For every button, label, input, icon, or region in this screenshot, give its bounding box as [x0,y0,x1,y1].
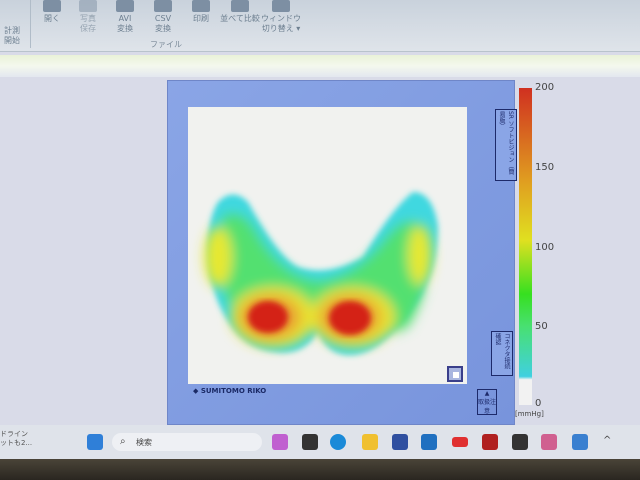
scale-tick-50: 50 [535,321,548,332]
search-icon: ⌕ [120,436,126,447]
screen-glare-band [0,55,640,77]
window-app-icon[interactable] [572,434,588,450]
avi-icon [116,0,134,12]
csv-convert-label: CSV 変換 [154,14,172,33]
outlook-icon[interactable] [421,434,437,450]
scale-tick-100: 100 [535,242,555,253]
warning-icon: ▲ [484,390,490,397]
side-label-top: SR ソフトビジョン（簡易版） [495,109,517,181]
scale-unit: [mmHg] [515,410,544,418]
avi-convert-button[interactable]: AVI 変換 [105,0,145,34]
save-photo-label: 写真 保存 [80,14,96,33]
save-photo-button[interactable]: 写真 保存 [68,0,108,34]
youtube-icon[interactable] [452,437,468,447]
scale-tick-150: 150 [535,162,555,173]
fullscreen-button[interactable] [447,366,463,382]
monitor-bezel [0,459,640,480]
app-icon[interactable] [541,434,557,450]
taskbar: ドライン ットも2... ⌕ 検索 ^ [0,425,640,459]
logo-text: SUMITOMO RIKO [200,387,267,395]
open-button[interactable]: 開く [32,0,72,24]
window-switch-button[interactable]: ウィンドウ 切り替え ▾ [258,0,304,34]
print-label: 印刷 [193,14,209,23]
hotspot-right-side [408,225,432,285]
start-icon[interactable] [87,434,103,450]
start-measure-button[interactable]: 計測 開始 [0,26,32,46]
copilot-icon[interactable] [272,434,288,450]
avi-convert-label: AVI 変換 [117,14,133,33]
desktop-text: ドライン ットも2... [0,430,33,447]
printer-icon [192,0,210,12]
task-view-icon[interactable] [302,434,318,450]
color-scale-bar [519,88,532,405]
folder-icon [43,0,61,12]
ribbon-group-label: ファイル [150,40,182,49]
warning-badge: ▲ 取扱注意 [477,389,497,415]
csv-icon [154,0,172,12]
chevron-up-icon[interactable]: ^ [603,435,611,446]
compare-label: 並べて比較 [220,14,260,23]
warning-text: 取扱注意 [478,399,497,415]
csv-convert-button[interactable]: CSV 変換 [143,0,183,34]
search-input[interactable]: ⌕ 検索 [112,433,262,451]
start-measure-label: 計測 開始 [4,26,20,45]
square-icon [453,372,459,378]
pressure-heatmap [188,107,467,384]
file-explorer-icon[interactable] [362,434,378,450]
scale-tick-200: 200 [535,82,555,93]
compare-icon [231,0,249,12]
rakuten-icon[interactable] [482,434,498,450]
amazon-icon[interactable] [512,434,528,450]
search-placeholder: 検索 [136,438,152,447]
pressure-viewer-panel: SR ソフトビジョン（簡易版） コネクタ接続確認 ◆ SUMITOMO RIKO… [167,80,517,425]
print-button[interactable]: 印刷 [181,0,221,24]
photo-icon [79,0,97,12]
window-switch-icon [272,0,290,12]
peak-left [248,301,288,333]
peak-right [329,301,371,335]
open-label: 開く [44,14,60,23]
ribbon-toolbar: 計測 開始 開く 写真 保存 AVI 変換 CSV 変換 印刷 並べて比較 ウィ… [0,0,640,52]
store-icon[interactable] [392,434,408,450]
side-label-bottom: コネクタ接続確認 [491,331,513,376]
sumitomo-riko-logo: ◆ SUMITOMO RIKO [193,387,267,395]
window-switch-label: ウィンドウ 切り替え ▾ [261,14,301,33]
edge-icon[interactable] [330,434,346,450]
compare-button[interactable]: 並べて比較 [218,0,262,24]
hotspot-left-side [204,227,232,287]
scale-tick-0: 0 [535,398,542,409]
